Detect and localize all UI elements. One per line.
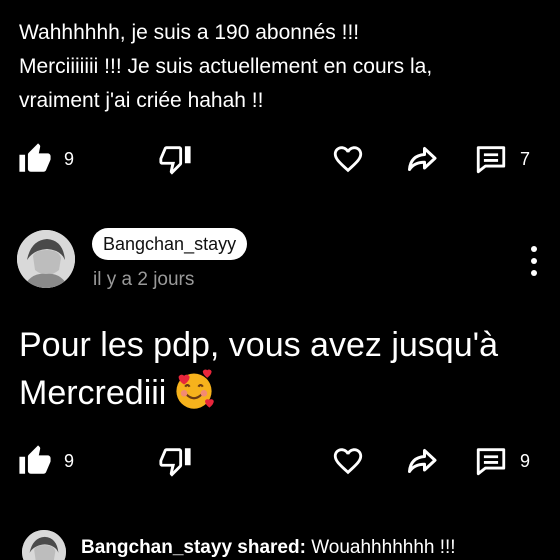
- post-action-bar: 9 7: [0, 134, 560, 184]
- heart-icon: [333, 146, 363, 173]
- author-name[interactable]: Bangchan_stayy: [92, 228, 248, 260]
- share-arrow-icon: [408, 449, 437, 473]
- comment-button[interactable]: 7: [474, 134, 530, 184]
- smiling-face-with-hearts-icon: [172, 368, 216, 424]
- share-arrow-icon: [408, 147, 437, 171]
- avatar-photo: [17, 230, 75, 288]
- comment-action-bar: 9 9: [0, 436, 560, 486]
- comment-button[interactable]: 9: [474, 436, 530, 486]
- heart-icon: [333, 448, 363, 475]
- shared-body: Wouahhhhhhh !!!: [311, 537, 456, 558]
- like-count: 9: [64, 450, 75, 471]
- avatar[interactable]: [17, 230, 75, 288]
- more-vertical-icon[interactable]: [527, 246, 541, 276]
- dislike-button[interactable]: [158, 436, 192, 486]
- thumb-down-icon: [159, 146, 191, 175]
- shared-text: Bangchan_stayy shared: Wouahhhhhhh !!!: [81, 537, 456, 559]
- post-text: Wahhhhhh, je suis a 190 abonnés !!! Merc…: [19, 21, 433, 112]
- like-button[interactable]: 9: [18, 134, 74, 184]
- comment-time: il y a 2 jours: [93, 269, 195, 290]
- dislike-button[interactable]: [158, 134, 192, 184]
- shared-post-row[interactable]: Bangchan_stayy shared: Wouahhhhhhh !!!: [0, 528, 560, 560]
- comment-text: Pour les pdp, vous avez jusqu'à Mercredi…: [19, 322, 549, 424]
- like-button[interactable]: 9: [18, 436, 74, 486]
- heart-button[interactable]: [331, 134, 365, 184]
- thumb-up-icon: [19, 143, 51, 172]
- share-button[interactable]: [405, 436, 441, 486]
- thumb-up-icon: [19, 445, 51, 474]
- avatar-photo: [22, 530, 66, 560]
- heart-button[interactable]: [331, 436, 365, 486]
- like-count: 9: [64, 148, 75, 169]
- comment-count: 9: [520, 450, 531, 471]
- comment-icon: [476, 448, 506, 476]
- comment-count: 7: [520, 148, 531, 169]
- comment-body: Pour les pdp, vous avez jusqu'à Mercredi…: [19, 326, 499, 412]
- share-button[interactable]: [405, 134, 441, 184]
- thumb-down-icon: [159, 448, 191, 477]
- comment-header: Bangchan_stayy il y a 2 jours: [0, 226, 560, 296]
- avatar[interactable]: [22, 530, 66, 560]
- shared-author: Bangchan_stayy shared:: [81, 537, 306, 558]
- comment-icon: [476, 146, 506, 174]
